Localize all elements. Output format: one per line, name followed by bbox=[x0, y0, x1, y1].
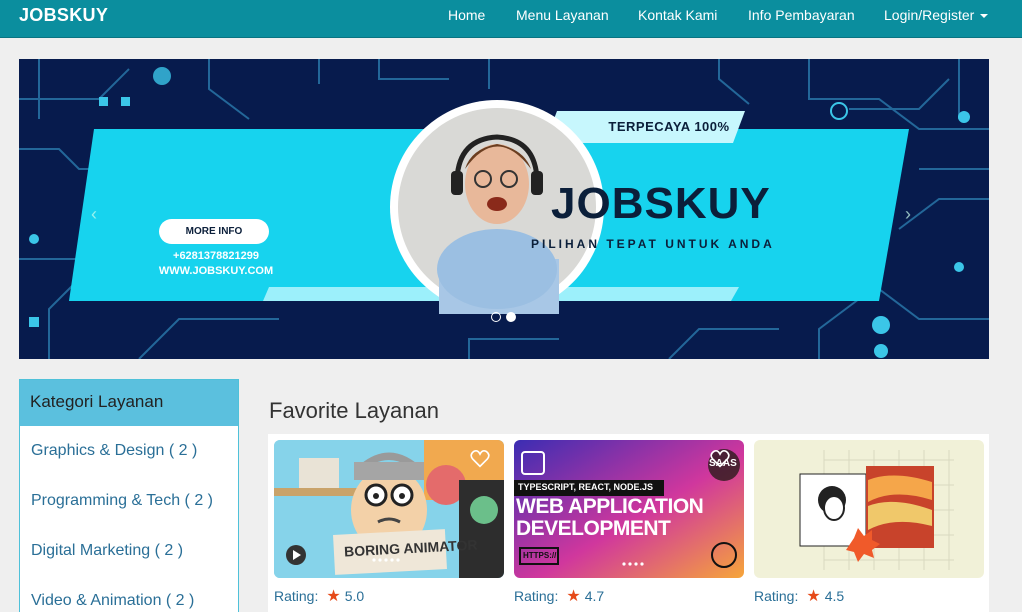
heart-icon[interactable] bbox=[470, 450, 490, 468]
favorite-services-list: BORING ANIMATOR Rating: ★ 5.0 TYPESCRIPT… bbox=[268, 434, 989, 612]
rating-label: Rating: bbox=[754, 588, 799, 604]
banner-contact: +6281378821299 WWW.JOBSKUY.COM bbox=[151, 249, 281, 279]
thumbnail-title-2-line2: DEVELOPMENT bbox=[516, 517, 671, 540]
section-title: Favorite Layanan bbox=[269, 398, 439, 423]
service-card-image-3[interactable] bbox=[754, 440, 984, 578]
rating-value: 4.7 bbox=[584, 588, 605, 604]
top-navbar: JOBSKUY Home Menu Layanan Kontak Kami In… bbox=[0, 0, 1022, 38]
thumbnail-title-2-line1: WEB APPLICATION bbox=[516, 495, 704, 518]
banner-website: WWW.JOBSKUY.COM bbox=[158, 265, 274, 277]
banner-phone: +6281378821299 bbox=[173, 250, 259, 262]
banner-title: JOBSKUY bbox=[551, 179, 771, 228]
service-rating-2: Rating: ★ 4.7 bbox=[514, 586, 604, 606]
carousel-prev-icon[interactable]: ‹ bbox=[91, 204, 97, 225]
sidebar-title: Kategori Layanan bbox=[20, 380, 238, 426]
star-icon: ★ bbox=[326, 588, 341, 605]
rating-value: 5.0 bbox=[344, 588, 365, 604]
heart-icon[interactable] bbox=[710, 450, 730, 468]
caret-down-icon bbox=[980, 14, 989, 19]
banner-graphic bbox=[19, 59, 989, 359]
nav-login-register-label: Login/Register bbox=[884, 7, 975, 23]
thumbnail-https-label: HTTPS:// bbox=[523, 551, 557, 560]
sidebar-item-digital-marketing[interactable]: Digital Marketing ( 2 ) bbox=[31, 542, 183, 560]
nav-kontak-kami[interactable]: Kontak Kami bbox=[638, 7, 717, 23]
banner-tagline: PILIHAN TEPAT UNTUK ANDA bbox=[531, 237, 775, 251]
service-thumbnail-3 bbox=[754, 440, 984, 578]
service-rating-1: Rating: ★ 5.0 bbox=[274, 586, 364, 606]
nav-menu-layanan[interactable]: Menu Layanan bbox=[516, 7, 609, 23]
star-icon: ★ bbox=[806, 588, 821, 605]
nav-login-register[interactable]: Login/Register bbox=[884, 7, 989, 23]
sidebar-item-graphics-design[interactable]: Graphics & Design ( 2 ) bbox=[31, 442, 197, 460]
trust-badge-label: TERPECAYA 100% bbox=[608, 119, 730, 134]
brand-logo[interactable]: JOBSKUY bbox=[19, 5, 108, 26]
carousel-dot-2-active[interactable] bbox=[506, 312, 516, 322]
service-card-image-2[interactable]: TYPESCRIPT, REACT, NODE.JS WEB APPLICATI… bbox=[514, 440, 744, 578]
trust-badge: TERPECAYA 100% bbox=[574, 111, 764, 143]
rating-value: 4.5 bbox=[824, 588, 845, 604]
sidebar-item-video-animation[interactable]: Video & Animation ( 2 ) bbox=[31, 592, 194, 610]
star-icon: ★ bbox=[566, 588, 581, 605]
hero-carousel: TERPECAYA 100% JOBSKUY PILIHAN TEPAT UNT… bbox=[19, 59, 989, 359]
thumbnail-tech-stack: TYPESCRIPT, REACT, NODE.JS bbox=[518, 482, 654, 492]
category-sidebar: Kategori Layanan Graphics & Design ( 2 )… bbox=[19, 379, 239, 612]
sidebar-item-programming-tech[interactable]: Programming & Tech ( 2 ) bbox=[31, 492, 213, 510]
service-rating-3: Rating: ★ 4.5 bbox=[754, 586, 844, 606]
thumbnail-title-2: WEB APPLICATION DEVELOPMENT bbox=[516, 495, 704, 540]
rating-label: Rating: bbox=[514, 588, 559, 604]
carousel-next-icon[interactable]: › bbox=[905, 204, 911, 225]
rating-label: Rating: bbox=[274, 588, 319, 604]
nav-info-pembayaran[interactable]: Info Pembayaran bbox=[748, 7, 855, 23]
carousel-dot-1[interactable] bbox=[491, 312, 501, 322]
nav-home[interactable]: Home bbox=[448, 7, 485, 23]
more-info-button[interactable]: MORE INFO bbox=[159, 219, 269, 244]
service-card-image-1[interactable]: BORING ANIMATOR bbox=[274, 440, 504, 578]
